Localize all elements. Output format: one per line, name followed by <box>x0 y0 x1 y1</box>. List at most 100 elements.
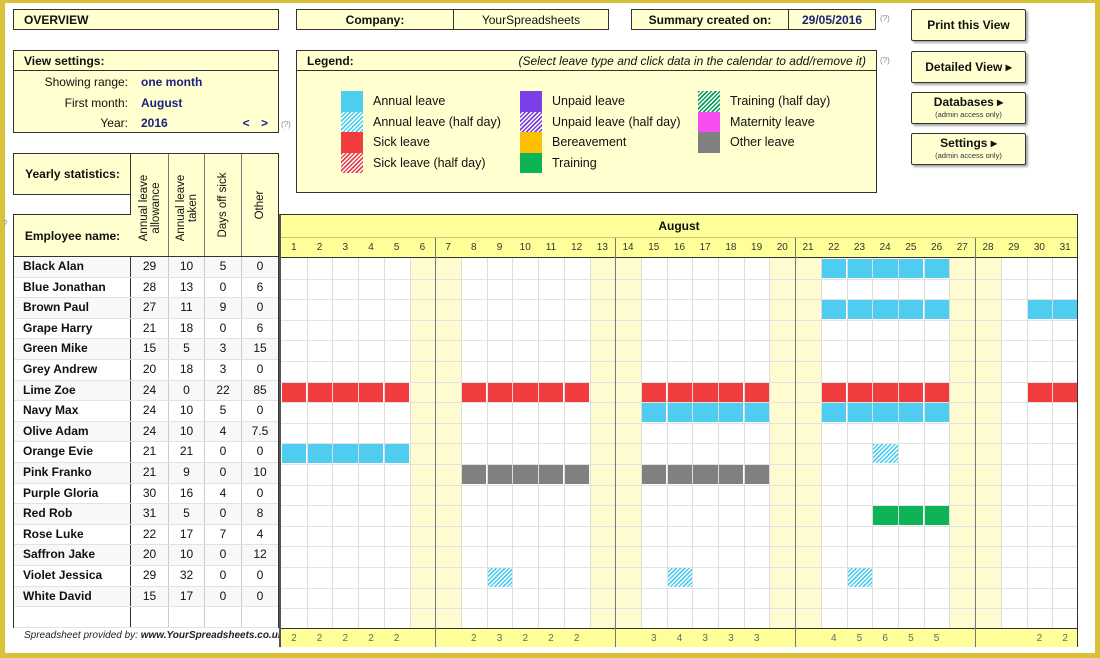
help-icon[interactable]: (?) <box>281 120 291 129</box>
employee-name[interactable]: Red Rob <box>14 504 131 524</box>
employee-name[interactable]: Black Alan <box>14 257 131 277</box>
employee-name[interactable]: Grey Andrew <box>14 360 131 380</box>
leave-cell-annual-half[interactable] <box>667 568 692 587</box>
leave-cell-annual[interactable] <box>898 403 924 423</box>
legend-item-sick-half[interactable]: Sick leave (half day) <box>341 152 501 173</box>
employee-name[interactable]: Navy Max <box>14 401 131 421</box>
leave-cell-sick[interactable] <box>538 382 564 402</box>
leave-cell-annual[interactable] <box>898 300 924 320</box>
legend-item-annual[interactable]: Annual leave <box>341 91 501 112</box>
employee-name[interactable] <box>14 607 131 627</box>
showing-range-value[interactable]: one month <box>141 75 202 89</box>
leave-cell-annual[interactable] <box>847 300 872 320</box>
employee-name[interactable]: Saffron Jake <box>14 545 131 565</box>
leave-cell-sick[interactable] <box>487 382 512 402</box>
leave-cell-other[interactable] <box>744 465 769 484</box>
help-icon[interactable]: ? <box>3 219 7 228</box>
databases-button[interactable]: Databases ▸ (admin access only) <box>911 92 1026 124</box>
leave-cell-annual[interactable] <box>307 444 332 464</box>
next-year-button[interactable]: > <box>261 116 268 130</box>
leave-cell-other[interactable] <box>461 465 487 484</box>
leave-cell-sick[interactable] <box>744 382 769 402</box>
detailed-view-button[interactable]: Detailed View ▸ <box>911 51 1026 83</box>
leave-cell-annual[interactable] <box>872 403 898 423</box>
leave-cell-other[interactable] <box>692 465 718 484</box>
employee-name[interactable]: Olive Adam <box>14 421 131 442</box>
leave-cell-annual[interactable] <box>358 444 384 464</box>
leave-cell-annual[interactable] <box>924 259 949 278</box>
leave-cell-sick[interactable] <box>512 382 538 402</box>
leave-cell-other[interactable] <box>667 465 692 484</box>
legend-item-unpaid-half[interactable]: Unpaid leave (half day) <box>520 111 681 132</box>
leave-cell-sick[interactable] <box>718 382 744 402</box>
leave-cell-other[interactable] <box>564 465 589 484</box>
year-value[interactable]: 2016 <box>141 116 168 130</box>
help-icon[interactable]: (?) <box>880 14 890 23</box>
leave-cell-other[interactable] <box>718 465 744 484</box>
leave-cell-annual[interactable] <box>821 259 847 278</box>
leave-cell-annual[interactable] <box>821 300 847 320</box>
leave-cell-other[interactable] <box>487 465 512 484</box>
leave-cell-other[interactable] <box>538 465 564 484</box>
leave-cell-other[interactable] <box>641 465 667 484</box>
leave-cell-sick[interactable] <box>872 382 898 402</box>
leave-cell-sick[interactable] <box>564 382 589 402</box>
leave-cell-sick[interactable] <box>1052 382 1078 402</box>
leave-cell-other[interactable] <box>512 465 538 484</box>
leave-cell-annual[interactable] <box>281 444 307 464</box>
legend-item-other[interactable]: Other leave <box>698 132 830 153</box>
employee-name[interactable]: Green Mike <box>14 339 131 359</box>
company-value[interactable]: YourSpreadsheets <box>454 10 608 29</box>
employee-name[interactable]: Orange Evie <box>14 442 131 462</box>
prev-year-button[interactable]: < <box>243 116 250 130</box>
leave-cell-annual[interactable] <box>872 259 898 278</box>
leave-cell-sick[interactable] <box>847 382 872 402</box>
leave-cell-annual[interactable] <box>847 259 872 278</box>
leave-cell-annual-half[interactable] <box>847 568 872 587</box>
leave-cell-training[interactable] <box>898 506 924 526</box>
leave-cell-annual[interactable] <box>821 403 847 423</box>
employee-name[interactable]: Pink Franko <box>14 463 131 483</box>
leave-cell-annual[interactable] <box>924 300 949 320</box>
leave-cell-annual[interactable] <box>924 403 949 423</box>
leave-cell-sick[interactable] <box>281 382 307 402</box>
employee-name[interactable]: White David <box>14 586 131 607</box>
employee-name[interactable]: Lime Zoe <box>14 380 131 401</box>
leave-cell-sick[interactable] <box>1027 382 1052 402</box>
leave-cell-sick[interactable] <box>667 382 692 402</box>
leave-cell-sick[interactable] <box>358 382 384 402</box>
leave-cell-sick[interactable] <box>384 382 410 402</box>
print-view-button[interactable]: Print this View <box>911 9 1026 41</box>
leave-cell-sick[interactable] <box>332 382 358 402</box>
leave-cell-annual[interactable] <box>872 300 898 320</box>
legend-item-annual-half[interactable]: Annual leave (half day) <box>341 111 501 132</box>
leave-cell-annual[interactable] <box>718 403 744 423</box>
leave-cell-annual[interactable] <box>641 403 667 423</box>
leave-cell-annual[interactable] <box>332 444 358 464</box>
legend-item-training[interactable]: Training <box>520 152 681 173</box>
legend-item-unpaid[interactable]: Unpaid leave <box>520 91 681 112</box>
leave-cell-annual[interactable] <box>692 403 718 423</box>
leave-cell-annual[interactable] <box>384 444 410 464</box>
settings-button[interactable]: Settings ▸ (admin access only) <box>911 133 1026 165</box>
employee-name[interactable]: Violet Jessica <box>14 566 131 586</box>
leave-cell-training[interactable] <box>872 506 898 526</box>
employee-name[interactable]: Purple Gloria <box>14 483 131 504</box>
leave-cell-annual[interactable] <box>667 403 692 423</box>
leave-cell-sick[interactable] <box>307 382 332 402</box>
leave-cell-annual[interactable] <box>847 403 872 423</box>
legend-item-training-half[interactable]: Training (half day) <box>698 91 830 112</box>
leave-cell-sick[interactable] <box>641 382 667 402</box>
leave-cell-annual-half[interactable] <box>487 568 512 587</box>
provided-by-link[interactable]: www.YourSpreadsheets.co.uk <box>141 630 284 641</box>
first-month-value[interactable]: August <box>141 96 182 110</box>
employee-name[interactable]: Brown Paul <box>14 298 131 318</box>
leave-cell-sick[interactable] <box>821 382 847 402</box>
employee-name[interactable]: Blue Jonathan <box>14 277 131 298</box>
leave-cell-sick[interactable] <box>898 382 924 402</box>
leave-cell-annual[interactable] <box>1027 300 1052 320</box>
legend-item-bereavement[interactable]: Bereavement <box>520 132 681 153</box>
leave-cell-annual[interactable] <box>898 259 924 278</box>
leave-cell-training[interactable] <box>924 506 949 526</box>
leave-cell-sick[interactable] <box>924 382 949 402</box>
